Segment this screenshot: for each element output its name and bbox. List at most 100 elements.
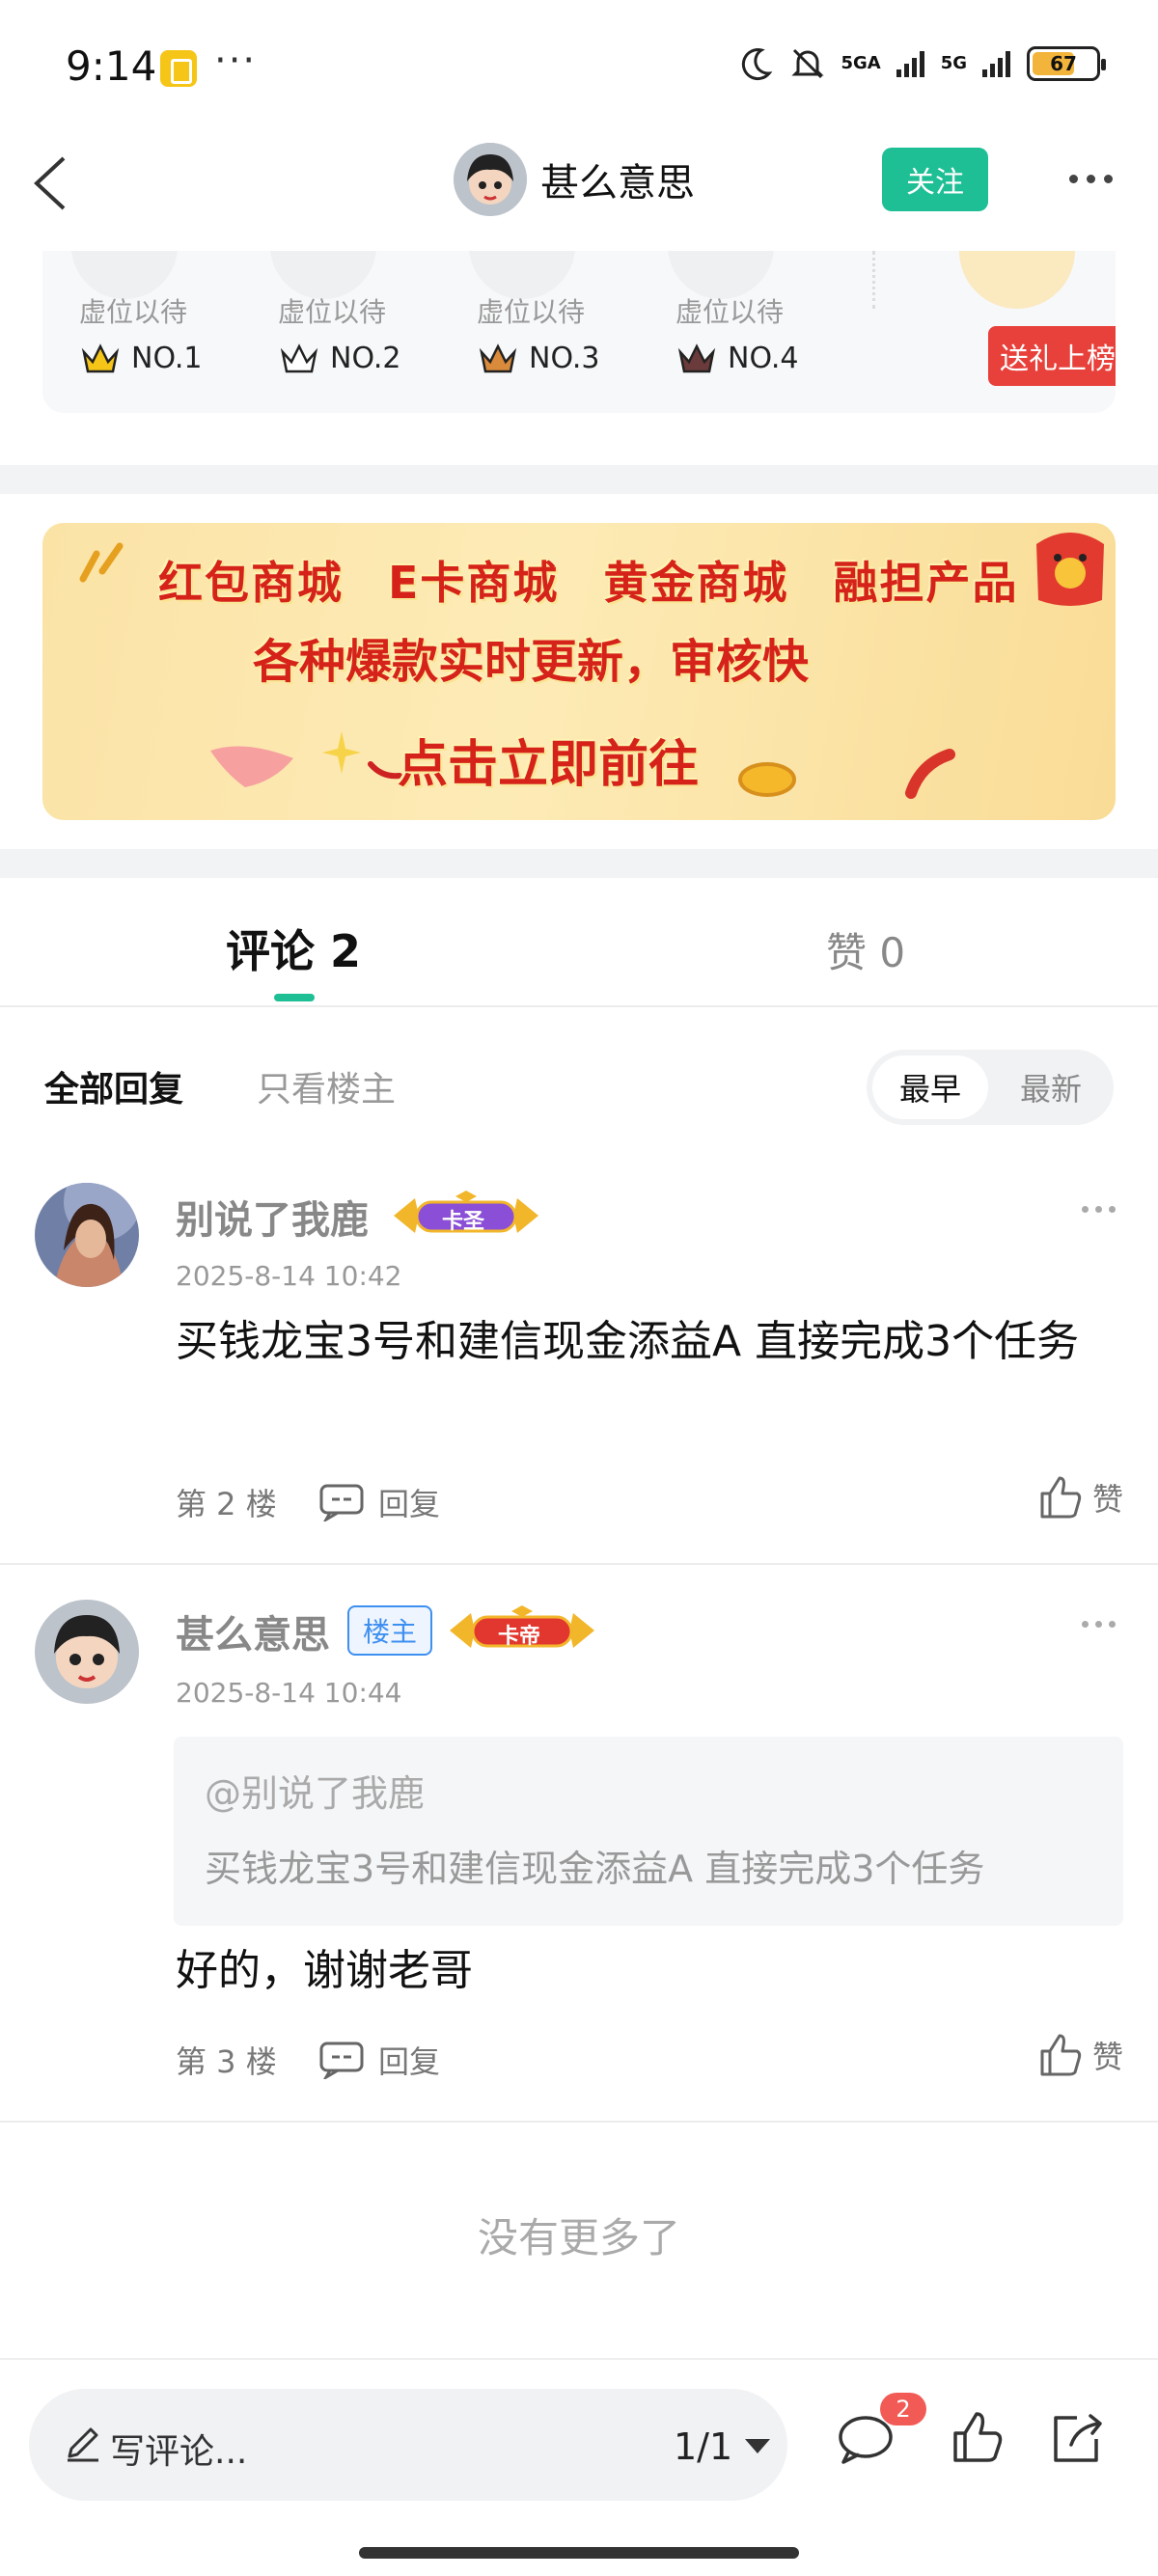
network-type-1: 5GA (841, 53, 881, 73)
comment-text: 买钱龙宝3号和建信现金添益A 直接完成3个任务 (176, 1317, 1080, 1366)
like-button[interactable]: 赞 (1036, 2032, 1123, 2078)
reply-button[interactable]: 回复 (318, 2038, 440, 2082)
status-bar: 9:14 ··· 5GA 5G 67 (0, 0, 1158, 135)
more-dot-icon (1103, 174, 1113, 183)
owner-badge: 楼主 (347, 1605, 432, 1656)
header-username: 甚么意思 (540, 161, 695, 206)
crown-icon (677, 343, 716, 372)
rank-placeholder-label: 虚位以待 (278, 296, 387, 328)
network-type-2: 5G (940, 53, 967, 73)
tab-comments[interactable]: 评论 2 (226, 917, 361, 980)
chevron-left-icon (34, 156, 66, 210)
no-more-label: 没有更多了 (477, 2214, 680, 2261)
rank-placeholder-label: 虚位以待 (676, 296, 785, 328)
gift-avatar-placeholder (959, 251, 1075, 309)
mute-bell-icon (788, 44, 827, 83)
crown-icon (280, 343, 318, 372)
comment-filter: 全部回复 只看楼主 最早 最新 (0, 1007, 1158, 1152)
banner-item: 黄金商城 (603, 557, 789, 609)
more-notifications-icon: ··· (214, 39, 258, 83)
comment-time: 2025-8-14 10:44 (176, 1677, 402, 1709)
rank-number: NO.3 (529, 342, 600, 375)
section-divider (0, 465, 1158, 494)
comment-floor: 第 2 楼 (176, 1486, 277, 1522)
banner-subtitle: 各种爆款实时更新，审核快 (253, 635, 810, 689)
rank-number: NO.4 (728, 342, 799, 375)
more-dot-icon (1082, 1206, 1089, 1213)
more-dot-icon (1109, 1206, 1116, 1213)
sort-latest[interactable]: 最新 (998, 1055, 1104, 1119)
section-divider (0, 849, 1158, 878)
more-options-button[interactable] (1052, 154, 1129, 203)
content-tabs: 评论 2 赞 0 (0, 878, 1158, 1007)
promo-banner[interactable]: 红包商城 E卡商城 黄金商城 融担产品 各种爆款实时更新，审核快 点击立即前往 (42, 523, 1116, 820)
page-indicator[interactable]: 1/1 (674, 2425, 732, 2468)
rank-placeholder-label: 虚位以待 (477, 296, 586, 328)
avatar[interactable] (35, 1600, 139, 1704)
more-dot-icon (1082, 1621, 1089, 1628)
comment-more-button[interactable] (1082, 1206, 1116, 1213)
gift-rank-button[interactable]: 送礼上榜 (988, 326, 1116, 386)
banner-item: 红包商城 (158, 557, 344, 609)
red-mascot-icon (1036, 533, 1104, 606)
avatar (454, 143, 527, 216)
tab-likes[interactable]: 赞 0 (826, 920, 905, 979)
comment-divider (0, 1563, 1158, 1565)
write-comment-placeholder: 写评论... (110, 2432, 248, 2472)
thumbs-up-icon[interactable] (950, 2410, 1004, 2464)
banner-item: E卡商城 (388, 557, 560, 609)
comment-author[interactable]: 别说了我鹿 (176, 1189, 369, 1245)
title-badge: 卡帝 (446, 1605, 598, 1656)
status-time: 9:14 (66, 42, 157, 90)
reply-button[interactable]: 回复 (318, 1480, 440, 1524)
ribbon-icon (210, 746, 293, 787)
rank-placeholder-label: 虚位以待 (79, 296, 188, 328)
share-icon[interactable] (1048, 2410, 1106, 2466)
more-dot-icon (1109, 1621, 1116, 1628)
filter-owner-only[interactable]: 只看楼主 (257, 1061, 396, 1111)
reply-label: 回复 (378, 2043, 441, 2080)
comment-floor: 第 3 楼 (176, 2043, 277, 2080)
header-user[interactable]: 甚么意思 (454, 143, 695, 216)
gold-coin-icon (738, 762, 796, 797)
notification-app-icon (160, 50, 197, 87)
sort-earliest[interactable]: 最早 (872, 1055, 988, 1119)
moon-icon (736, 44, 775, 83)
home-indicator[interactable] (359, 2547, 799, 2559)
back-button[interactable] (23, 145, 93, 222)
sort-toggle: 最早 最新 (867, 1050, 1114, 1125)
rank-number: NO.2 (330, 342, 401, 375)
title-badge: 卡圣 (390, 1191, 542, 1241)
like-label: 赞 (1091, 2039, 1123, 2075)
more-dot-icon (1086, 174, 1095, 183)
rank-divider (872, 251, 876, 309)
battery-percent: 67 (1050, 52, 1077, 75)
tab-indicator (274, 994, 315, 1001)
comment-author[interactable]: 甚么意思 (176, 1603, 330, 1659)
reply-label: 回复 (378, 1486, 441, 1522)
thumbs-up-icon (1040, 2034, 1082, 2076)
like-button[interactable]: 赞 (1036, 1474, 1123, 1521)
battery-icon: 67 (1027, 46, 1106, 81)
crown-icon (81, 343, 120, 372)
write-comment-input[interactable]: 写评论... 1/1 (29, 2389, 787, 2501)
comment-more-button[interactable] (1082, 1621, 1116, 1628)
comment-divider (0, 2121, 1158, 2123)
title-badge-label: 卡帝 (498, 1625, 541, 1649)
red-ribbon-icon (905, 749, 955, 799)
more-dot-icon (1068, 174, 1078, 183)
quoted-author[interactable]: @别说了我鹿 (205, 1764, 425, 1817)
follow-button[interactable]: 关注 (882, 148, 988, 211)
signal-icon (895, 48, 927, 79)
sparkle-icon (79, 542, 124, 583)
quoted-comment[interactable]: @别说了我鹿 买钱龙宝3号和建信现金添益A 直接完成3个任务 (174, 1737, 1123, 1926)
caret-down-icon[interactable] (745, 2439, 770, 2453)
reply-icon (319, 1484, 364, 1521)
avatar[interactable] (35, 1183, 139, 1287)
banner-item: 融担产品 (833, 557, 1019, 609)
bottom-bar: 写评论... 1/1 2 (0, 2358, 1158, 2576)
comment-time: 2025-8-14 10:42 (176, 1260, 402, 1292)
quoted-text: 买钱龙宝3号和建信现金添益A 直接完成3个任务 (205, 1848, 985, 1890)
filter-all-replies[interactable]: 全部回复 (44, 1061, 183, 1111)
more-dot-icon (1095, 1206, 1102, 1213)
